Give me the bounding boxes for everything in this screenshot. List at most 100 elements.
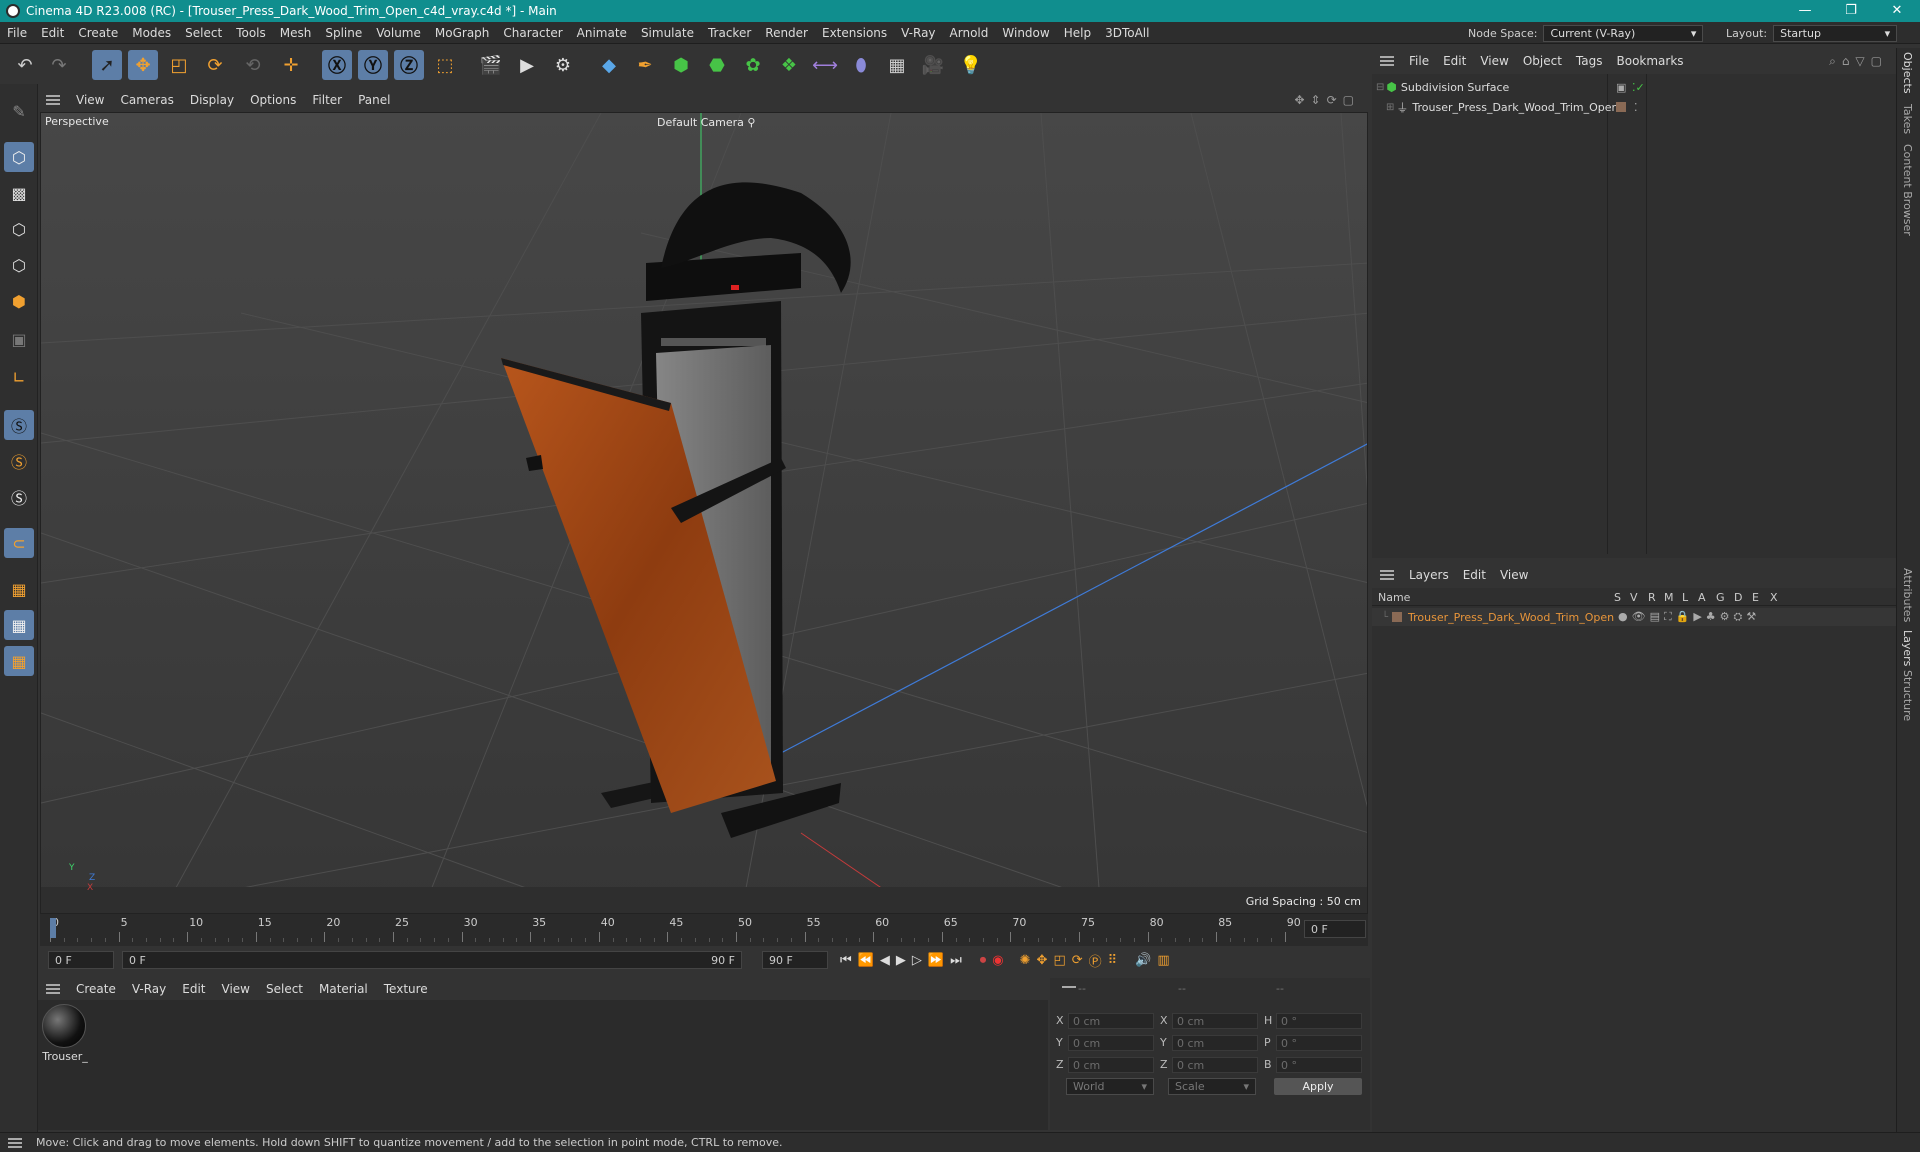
preview-range-slider[interactable]: 0 F 90 F <box>122 951 742 969</box>
menu-file[interactable]: File <box>0 22 34 44</box>
magnet-button[interactable]: ⊂ <box>4 528 34 558</box>
go-to-end-button[interactable]: ⏭ <box>950 953 962 968</box>
menu-select[interactable]: Select <box>178 22 229 44</box>
subdivision-button[interactable]: ⬢ <box>666 50 696 80</box>
rotate-tool-button[interactable]: ⟳ <box>200 50 230 80</box>
mat-menu-edit[interactable]: Edit <box>174 982 213 996</box>
size-x-field[interactable]: 0 cm <box>1172 1013 1258 1029</box>
tab-takes[interactable]: Takes <box>1901 104 1914 134</box>
menu-edit[interactable]: Edit <box>34 22 71 44</box>
deformer-button[interactable]: ⟷ <box>810 50 840 80</box>
snap-settings-button[interactable]: Ⓢ <box>4 446 34 476</box>
timeline-window-button[interactable]: ▥ <box>1157 953 1169 968</box>
tree-expand-icon[interactable]: ⊞ <box>1386 102 1394 113</box>
object-mode-button[interactable]: ⬡ <box>4 142 34 172</box>
snap-button[interactable]: Ⓢ <box>4 410 34 440</box>
menu-vray[interactable]: V-Ray <box>894 22 942 44</box>
tab-layers[interactable]: Layers <box>1901 630 1914 666</box>
obj-menu-tags[interactable]: Tags <box>1569 54 1610 68</box>
select-tool-button[interactable]: ➚ <box>92 50 122 80</box>
hamburger-icon[interactable] <box>8 1137 22 1148</box>
quantize-button[interactable]: Ⓢ <box>4 482 34 512</box>
viewport-menu-filter[interactable]: Filter <box>304 93 350 107</box>
hamburger-icon[interactable] <box>1380 56 1394 66</box>
key-rotation-icon[interactable]: ⟳ <box>1072 953 1083 968</box>
end-frame-field[interactable]: 90 F <box>762 951 828 969</box>
lock-z-button[interactable]: Ⓩ <box>394 50 424 80</box>
record-button[interactable]: ⏺ <box>980 953 987 968</box>
layers-menu-edit[interactable]: Edit <box>1456 568 1493 582</box>
menu-animate[interactable]: Animate <box>570 22 634 44</box>
menu-volume[interactable]: Volume <box>369 22 428 44</box>
key-scale-icon[interactable]: ◰ <box>1053 953 1065 968</box>
grid-button[interactable]: ▦ <box>4 610 34 640</box>
menu-arnold[interactable]: Arnold <box>943 22 996 44</box>
timeline-ruler[interactable]: 051015202530354045505560657075808590 0 F <box>40 914 1368 946</box>
position-x-field[interactable]: 0 cm <box>1068 1013 1154 1029</box>
current-frame-field[interactable]: 0 F <box>1304 920 1366 938</box>
render-settings-button[interactable]: ⚙ <box>548 50 578 80</box>
apply-button[interactable]: Apply <box>1274 1078 1362 1095</box>
tab-structure[interactable]: Structure <box>1901 670 1914 721</box>
tab-content-browser[interactable]: Content Browser <box>1901 144 1914 236</box>
minimize-button[interactable]: — <box>1782 0 1828 22</box>
cube-button[interactable]: ◆ <box>594 50 624 80</box>
floor-button[interactable]: ▦ <box>882 50 912 80</box>
tab-objects[interactable]: Objects <box>1901 52 1914 94</box>
points-mode-button[interactable]: ⬡ <box>4 214 34 244</box>
texture-mode-button[interactable]: ▩ <box>4 178 34 208</box>
layers-menu-view[interactable]: View <box>1493 568 1535 582</box>
obj-menu-bookmarks[interactable]: Bookmarks <box>1610 54 1691 68</box>
key-position-icon[interactable]: ✥ <box>1037 953 1048 968</box>
layer-color-swatch[interactable] <box>1616 102 1626 112</box>
layer-tag-icon[interactable]: ▣ <box>1616 81 1626 94</box>
play-button[interactable]: ▶ <box>896 953 906 968</box>
render-view-button[interactable]: 🎬 <box>476 50 506 80</box>
position-z-field[interactable]: 0 cm <box>1068 1057 1154 1073</box>
extrude-button[interactable]: ⬣ <box>702 50 732 80</box>
previous-keyframe-button[interactable]: ⏪ <box>858 953 874 968</box>
viewport-menu-panel[interactable]: Panel <box>350 93 398 107</box>
material-swatch[interactable]: Trouser_ <box>42 1004 88 1063</box>
mograph-cloner-button[interactable]: ✿ <box>738 50 768 80</box>
layers-menu-layers[interactable]: Layers <box>1402 568 1456 582</box>
keyframe-selection-icon[interactable]: ✺ <box>1020 953 1031 968</box>
hamburger-icon[interactable] <box>46 95 60 105</box>
menu-create[interactable]: Create <box>71 22 125 44</box>
menu-window[interactable]: Window <box>995 22 1056 44</box>
obj-manager-search-icons[interactable]: ⌕⌂▽▢ <box>1829 54 1888 69</box>
obj-menu-view[interactable]: View <box>1473 54 1515 68</box>
viewport-camera-label[interactable]: Default Camera ⚲ <box>657 116 755 129</box>
object-row-subdivision[interactable]: ⊟ ⬢ Subdivision Surface ▣ ⁚✓ <box>1376 78 1896 96</box>
tree-expand-icon[interactable]: ⊟ <box>1376 82 1384 93</box>
viewport-menu-options[interactable]: Options <box>242 93 304 107</box>
size-y-field[interactable]: 0 cm <box>1172 1035 1258 1051</box>
menu-tracker[interactable]: Tracker <box>701 22 758 44</box>
next-frame-button[interactable]: ▷ <box>912 953 922 968</box>
mat-menu-material[interactable]: Material <box>311 982 376 996</box>
close-button[interactable]: ✕ <box>1874 0 1920 22</box>
menu-character[interactable]: Character <box>496 22 569 44</box>
redo-button[interactable]: ↷ <box>44 50 74 80</box>
field-button[interactable]: ⬮ <box>846 50 876 80</box>
key-pla-icon[interactable]: ⠿ <box>1108 953 1118 968</box>
polygons-mode-button[interactable]: ⬢ <box>4 286 34 316</box>
layer-toggle-icons[interactable]: ●👁▤⛶🔒▶♣⚙⛭⚒ <box>1618 610 1760 624</box>
viewport-menu-cameras[interactable]: Cameras <box>112 93 181 107</box>
go-to-start-button[interactable]: ⏮ <box>840 953 852 968</box>
hamburger-icon[interactable] <box>46 984 60 994</box>
menu-simulate[interactable]: Simulate <box>634 22 701 44</box>
lock-y-button[interactable]: Ⓨ <box>358 50 388 80</box>
obj-menu-edit[interactable]: Edit <box>1436 54 1473 68</box>
undo-button[interactable]: ↶ <box>10 50 40 80</box>
visibility-dots-icon[interactable]: ⁚ <box>1634 101 1638 114</box>
mat-menu-create[interactable]: Create <box>68 982 124 996</box>
coord-system-select[interactable]: World ▾ <box>1066 1078 1154 1095</box>
timeline-playhead[interactable] <box>50 918 56 938</box>
enabled-check-icon[interactable]: ⁚✓ <box>1632 81 1645 94</box>
menu-help[interactable]: Help <box>1057 22 1098 44</box>
restore-button[interactable]: ❐ <box>1828 0 1874 22</box>
workplane-button[interactable]: ▦ <box>4 574 34 604</box>
model-mode-button[interactable]: ✎ <box>4 96 34 126</box>
mat-menu-select[interactable]: Select <box>258 982 311 996</box>
